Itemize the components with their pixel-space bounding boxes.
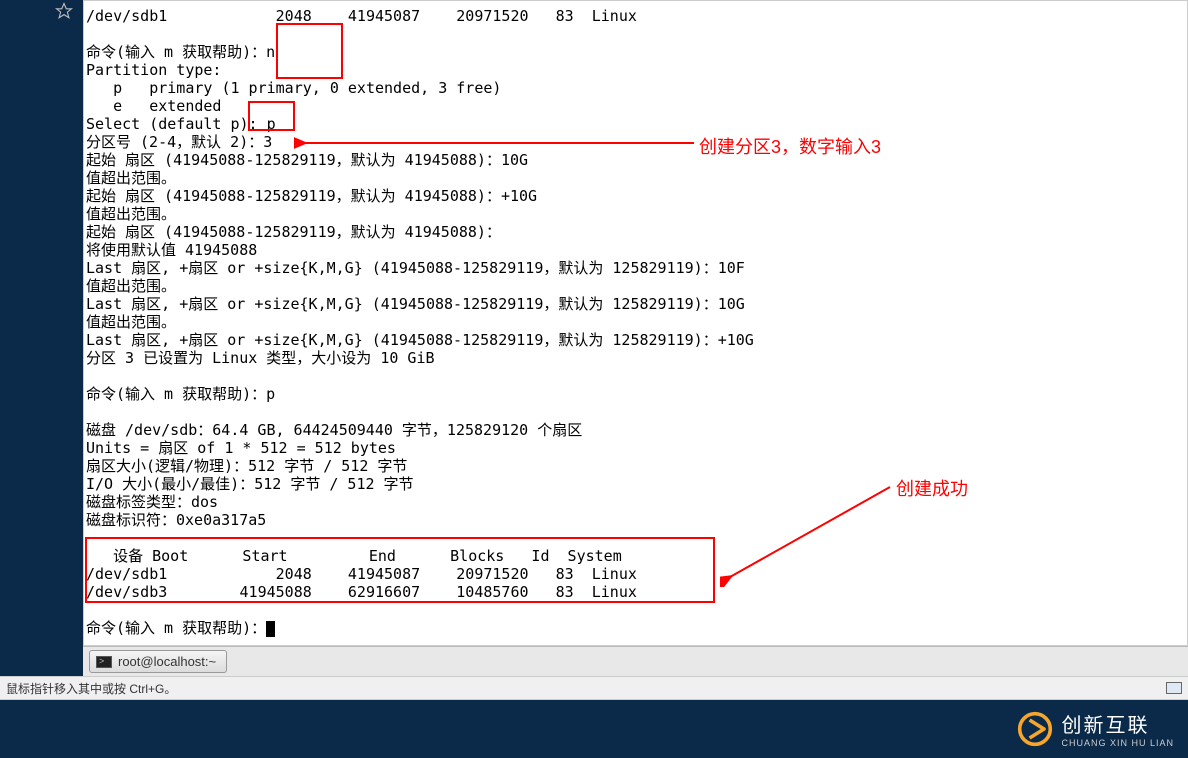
logo-text-cn: 创新互联: [1061, 709, 1174, 738]
status-bar: 鼠标指针移入其中或按 Ctrl+G。: [0, 676, 1188, 700]
cursor: [266, 621, 275, 637]
arrow-to-success: [720, 477, 900, 587]
highlight-n-input: [276, 23, 343, 79]
highlight-partition-table: [85, 537, 715, 603]
monitor-icon[interactable]: [1166, 682, 1182, 694]
annotation-create-success: 创建成功: [896, 475, 968, 501]
logo-text-en: CHUANG XIN HU LIAN: [1061, 738, 1174, 748]
logo-mark-icon: [1017, 711, 1053, 747]
desktop-background: 创新互联 CHUANG XIN HU LIAN: [0, 700, 1188, 758]
terminal-icon: [96, 656, 112, 668]
taskbar-item-terminal[interactable]: root@localhost:~: [89, 650, 227, 673]
terminal-window[interactable]: /dev/sdb1 2048 41945087 20971520 83 Linu…: [83, 0, 1188, 646]
arrow-to-partition3: [294, 127, 694, 157]
highlight-p-input: [248, 101, 295, 131]
taskbar-item-label: root@localhost:~: [118, 654, 216, 669]
status-hint: 鼠标指针移入其中或按 Ctrl+G。: [6, 680, 176, 697]
taskbar: root@localhost:~: [83, 646, 1188, 676]
favorite-star-icon[interactable]: [55, 2, 73, 20]
brand-logo: 创新互联 CHUANG XIN HU LIAN: [1017, 709, 1174, 748]
annotation-create-partition3: 创建分区3，数字输入3: [699, 133, 881, 159]
